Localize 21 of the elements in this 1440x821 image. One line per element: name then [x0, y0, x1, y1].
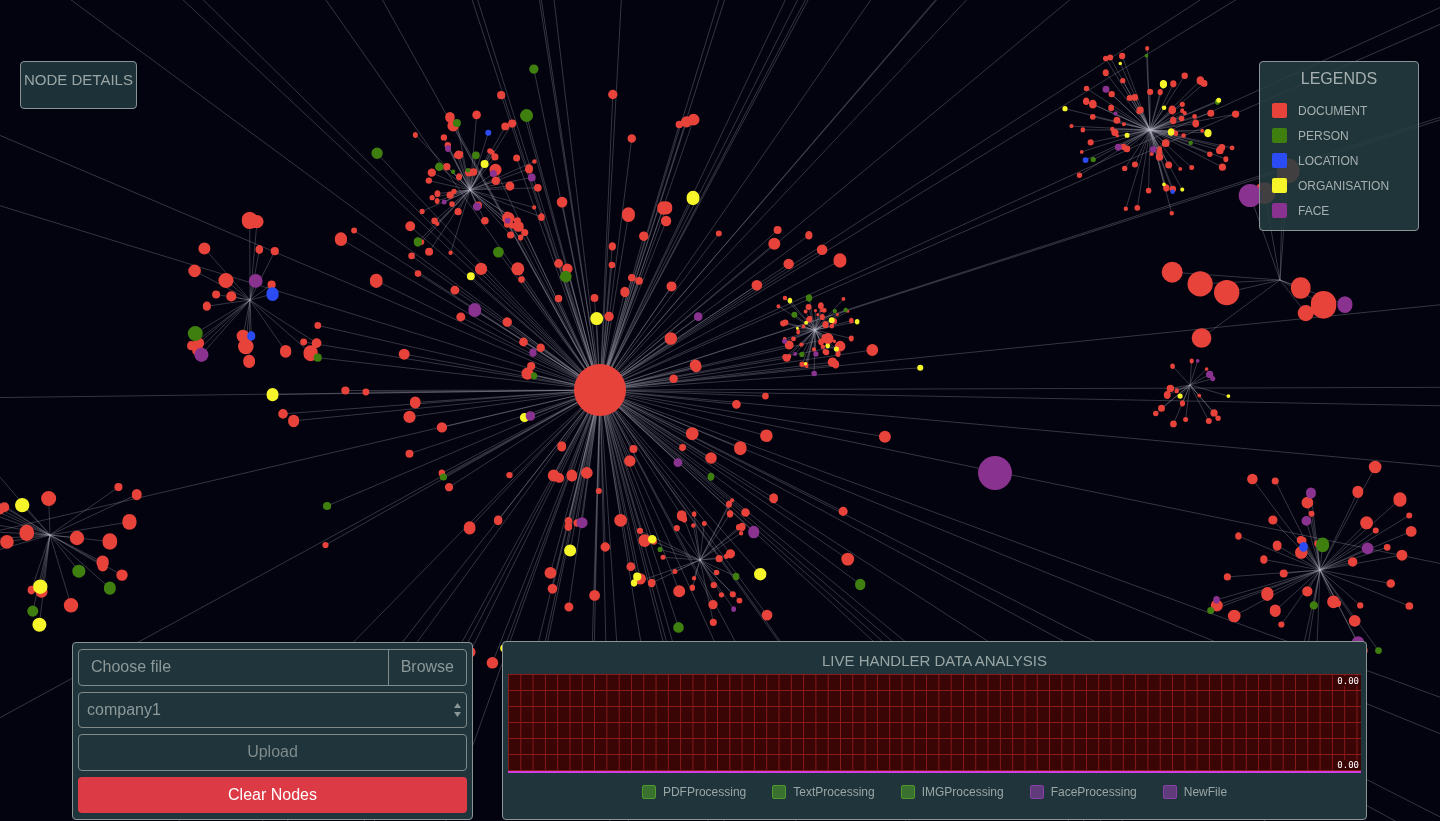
- legend-label: PERSON: [1298, 128, 1349, 143]
- legend-label: ORGANISATION: [1298, 178, 1390, 193]
- series-label: FaceProcessing: [1050, 785, 1137, 799]
- clear-nodes-button[interactable]: Clear Nodes: [78, 776, 467, 813]
- upload-button[interactable]: Upload: [78, 734, 467, 771]
- legend-label: FACE: [1298, 203, 1330, 218]
- dataset-select[interactable]: company1: [78, 691, 467, 728]
- browse-button[interactable]: Browse: [387, 650, 466, 685]
- stepper-arrows-icon: [453, 701, 462, 718]
- legend-label: DOCUMENT: [1298, 103, 1368, 118]
- analysis-title: LIVE HANDLER DATA ANALYSIS: [820, 651, 1049, 671]
- series-label: IMGProcessing: [921, 785, 1004, 799]
- legend-title: LEGENDS: [1299, 70, 1379, 88]
- max-value-label: 0.00: [1337, 676, 1359, 686]
- legend-label: LOCATION: [1298, 153, 1359, 168]
- series-label: PDFProcessing: [662, 785, 747, 799]
- min-value-label: 0.00: [1337, 760, 1359, 770]
- node-details-panel: NODE DETAILS: [20, 61, 137, 109]
- series-label: NewFile: [1183, 785, 1228, 799]
- file-field[interactable]: Choose file Browse: [78, 649, 467, 686]
- series-label: TextProcessing: [793, 785, 875, 799]
